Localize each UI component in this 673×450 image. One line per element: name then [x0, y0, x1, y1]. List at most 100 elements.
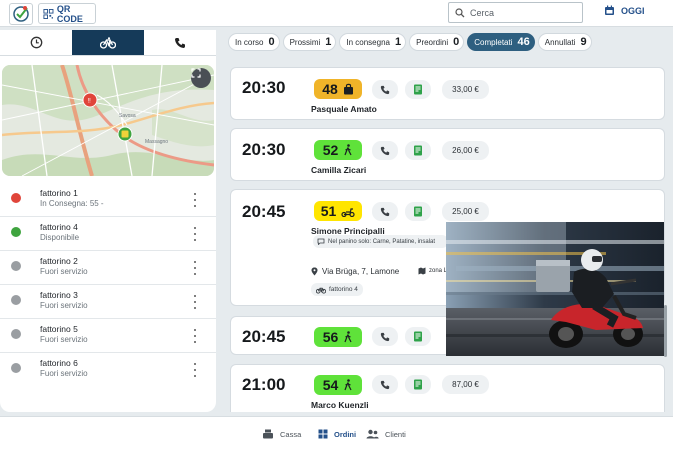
call-customer-button[interactable] [372, 202, 398, 221]
call-customer-button[interactable] [372, 80, 398, 99]
order-number-badge: 54 [314, 375, 362, 395]
phone-icon [380, 146, 390, 155]
order-price: 33,00 € [442, 80, 489, 99]
order-time: 20:30 [242, 140, 286, 159]
filter-completed[interactable]: Completati 46 [467, 33, 535, 51]
top-bar: QR CODE Cerca OGGI [0, 0, 673, 27]
clock-icon [30, 36, 42, 49]
call-customer-button[interactable] [372, 375, 398, 394]
bicycle-icon [100, 36, 116, 49]
filter-cancelled[interactable]: Annullati 9 [537, 33, 592, 51]
users-icon [366, 429, 379, 439]
courier-row[interactable]: fattorino 4 Disponibile [0, 217, 216, 251]
tab-history[interactable] [0, 30, 72, 55]
courier-map[interactable]: Savosa Massagno !! [2, 65, 214, 176]
order-receipt-button[interactable] [405, 375, 431, 394]
customer-name: Pasquale Amato [311, 104, 377, 114]
more-menu-icon[interactable] [192, 193, 198, 207]
more-menu-icon[interactable] [192, 261, 198, 275]
walk-icon [344, 331, 352, 343]
order-receipt-button[interactable] [405, 141, 431, 160]
order-number-badge: 56 [314, 327, 362, 347]
svg-text:Savosa: Savosa [119, 113, 136, 119]
courier-status: Disponibile [40, 233, 80, 242]
map-icon [418, 267, 426, 275]
filter-in-progress[interactable]: In corso 0 [228, 33, 280, 51]
phone-icon [380, 85, 390, 94]
order-price: 87,00 € [442, 375, 489, 394]
orders-scrollbar[interactable] [664, 305, 667, 357]
order-number-badge: 52 [314, 140, 362, 160]
filter-count: 0 [453, 36, 460, 48]
svg-text:!!: !! [88, 99, 92, 105]
app-logo[interactable] [9, 3, 33, 25]
order-time: 20:45 [242, 202, 286, 221]
phone-icon [380, 332, 390, 341]
svg-text:Massagno: Massagno [145, 139, 168, 145]
qr-code-label: QR CODE [56, 3, 83, 24]
order-number: 48 [322, 81, 338, 97]
nav-clienti[interactable]: Clienti [366, 429, 406, 439]
tab-calls[interactable] [144, 30, 216, 55]
order-receipt-button[interactable] [405, 80, 431, 99]
courier-name: fattorino 5 [40, 324, 78, 334]
filter-delivering[interactable]: In consegna 1 [339, 33, 407, 51]
more-menu-icon[interactable] [192, 227, 198, 241]
courier-name: fattorino 2 [40, 256, 78, 266]
courier-row[interactable]: fattorino 6 Fuori servizio [0, 353, 216, 387]
order-card[interactable]: 20:30 48 33,00 € Pasquale Amato [230, 67, 665, 120]
assigned-rider-chip[interactable]: fattorino 4 [311, 283, 363, 296]
expand-map-button[interactable] [191, 68, 211, 88]
more-menu-icon[interactable] [192, 329, 198, 343]
receipt-icon [414, 84, 422, 95]
order-number: 56 [322, 329, 339, 345]
left-tabs [0, 30, 216, 56]
qr-icon [43, 8, 54, 19]
receipt-icon [414, 331, 422, 342]
more-menu-icon[interactable] [192, 363, 198, 377]
filter-preorders[interactable]: Preordini 0 [409, 33, 465, 51]
courier-name: fattorino 4 [40, 222, 78, 232]
grid-icon [318, 429, 328, 439]
receipt-icon [414, 379, 422, 390]
tab-couriers[interactable] [72, 30, 144, 55]
customer-name: Camilla Zicari [311, 165, 367, 175]
receipt-icon [414, 145, 422, 156]
map-graphic: Savosa Massagno !! [2, 65, 214, 176]
phone-icon [380, 380, 390, 389]
courier-name: fattorino 1 [40, 188, 78, 198]
order-card[interactable]: 20:30 52 26,00 € Camilla Zicari [230, 128, 665, 181]
courier-row[interactable]: fattorino 3 Fuori servizio [0, 285, 216, 319]
call-customer-button[interactable] [372, 327, 398, 346]
nav-cassa[interactable]: Cassa [262, 429, 301, 439]
nav-ordini[interactable]: Ordini [318, 429, 356, 439]
courier-list: fattorino 1 In Consegna: 55 - fattorino … [0, 183, 216, 387]
filter-label: Annullati [544, 37, 576, 47]
call-customer-button[interactable] [372, 141, 398, 160]
order-receipt-button[interactable] [405, 202, 431, 221]
courier-status-dot [11, 227, 21, 237]
courier-row[interactable]: fattorino 5 Fuori servizio [0, 319, 216, 353]
courier-status-dot [11, 363, 21, 373]
order-receipt-button[interactable] [405, 327, 431, 346]
courier-row[interactable]: fattorino 1 In Consegna: 55 - [0, 183, 216, 217]
bicycle-icon [316, 287, 326, 294]
qr-code-button[interactable]: QR CODE [38, 3, 96, 24]
courier-name: fattorino 3 [40, 290, 78, 300]
filter-count: 1 [394, 36, 402, 48]
order-card[interactable]: 21:00 54 87,00 € Marco Kuenzli [230, 364, 665, 412]
filter-count: 1 [325, 36, 332, 48]
order-filters: In corso 0 Prossimi 1 In consegna 1 Preordi… [228, 33, 592, 51]
delivery-address: Via Brüga, 7, Lamone [311, 267, 399, 276]
search-input[interactable]: Cerca [448, 2, 583, 23]
search-icon [455, 7, 465, 17]
order-price: 25,00 € [442, 202, 489, 221]
receipt-icon [414, 206, 422, 217]
today-button[interactable]: OGGI [604, 5, 645, 16]
filter-upcoming[interactable]: Prossimi 1 [282, 33, 337, 51]
more-menu-icon[interactable] [192, 295, 198, 309]
courier-row[interactable]: fattorino 2 Fuori servizio [0, 251, 216, 285]
scooter-icon [341, 207, 355, 217]
customer-name: Marco Kuenzli [311, 400, 369, 410]
fullscreen-icon [191, 68, 201, 78]
